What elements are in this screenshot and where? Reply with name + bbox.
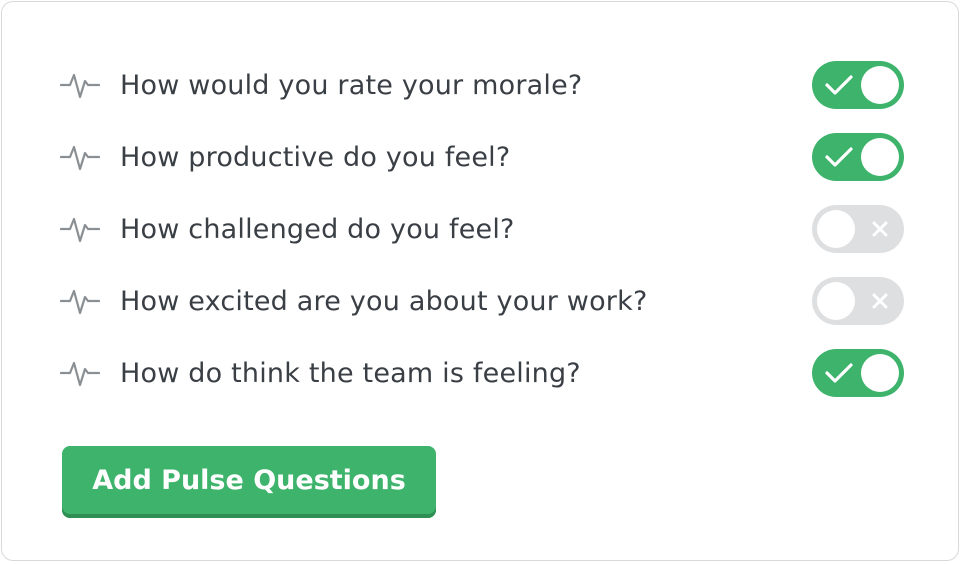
question-text: How would you rate your morale? <box>120 69 583 101</box>
question-text: How excited are you about your work? <box>120 285 648 317</box>
question-row-excited: How excited are you about your work? <box>60 277 904 325</box>
question-row-challenged: How challenged do you feel? <box>60 205 904 253</box>
toggle-knob <box>861 354 899 392</box>
pulse-icon <box>60 69 102 101</box>
question-text: How do think the team is feeling? <box>120 357 581 389</box>
pulse-icon <box>60 141 102 173</box>
question-row-team: How do think the team is feeling? <box>60 349 904 397</box>
check-icon <box>824 349 854 397</box>
question-row-productive: How productive do you feel? <box>60 133 904 181</box>
question-toggle[interactable] <box>812 349 904 397</box>
question-toggle[interactable] <box>812 61 904 109</box>
toggle-knob <box>817 282 855 320</box>
question-text: How challenged do you feel? <box>120 213 515 245</box>
toggle-knob <box>861 138 899 176</box>
question-text: How productive do you feel? <box>120 141 511 173</box>
toggle-knob <box>861 66 899 104</box>
add-pulse-questions-button[interactable]: Add Pulse Questions <box>62 446 436 518</box>
toggle-knob <box>817 210 855 248</box>
question-toggle[interactable] <box>812 133 904 181</box>
check-icon <box>824 133 854 181</box>
question-toggle[interactable] <box>812 277 904 325</box>
pulse-icon <box>60 213 102 245</box>
pulse-icon <box>60 357 102 389</box>
question-toggle[interactable] <box>812 205 904 253</box>
close-icon <box>868 205 892 253</box>
check-icon <box>824 61 854 109</box>
question-row-morale: How would you rate your morale? <box>60 61 904 109</box>
pulse-questions-card: How would you rate your morale? How prod… <box>1 1 959 561</box>
pulse-icon <box>60 285 102 317</box>
close-icon <box>868 277 892 325</box>
